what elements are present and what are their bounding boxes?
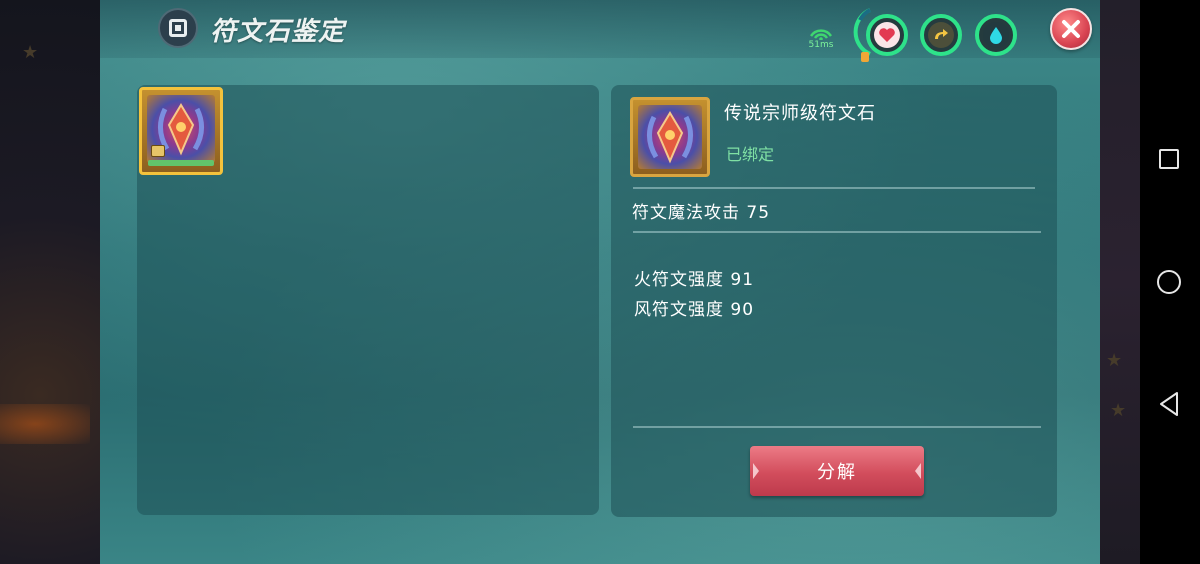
identify-icon xyxy=(158,8,198,48)
lock-icon xyxy=(151,145,165,157)
close-button[interactable] xyxy=(1050,8,1092,50)
heart-icon xyxy=(874,22,900,48)
recent-apps-button[interactable] xyxy=(1159,149,1179,169)
star-decoration: ★ xyxy=(22,42,39,63)
divider xyxy=(633,231,1041,233)
rune-detail-icon xyxy=(630,97,710,177)
network-ping: 51ms xyxy=(803,26,839,56)
sub-stat: 风符文强度 90 xyxy=(634,300,755,320)
page-title: 符文石鉴定 xyxy=(210,17,346,47)
health-status[interactable] xyxy=(866,14,908,56)
home-button[interactable] xyxy=(1157,270,1181,294)
sub-stat: 火符文强度 91 xyxy=(634,270,755,290)
rune-slot-selected[interactable] xyxy=(139,87,223,175)
main-stat: 符文魔法攻击 75 xyxy=(632,203,771,223)
water-drop-icon xyxy=(983,22,1009,48)
bind-status: 已绑定 xyxy=(726,145,775,164)
star-decoration: ★ xyxy=(1110,400,1127,421)
divider xyxy=(633,426,1041,428)
background-right: ★ ★ xyxy=(1100,0,1140,564)
rune-identify-panel: 符文石鉴定 51ms 传说宗师级符文石 已绑定 符文魔法攻击 75 火符文强度 … xyxy=(100,0,1100,564)
star-decoration: ★ xyxy=(1106,350,1123,371)
decompose-button[interactable]: 分解 xyxy=(750,446,924,496)
fire-glow xyxy=(0,404,90,444)
ping-value: 51ms xyxy=(808,40,834,50)
rune-name: 传说宗师级符文石 xyxy=(724,103,876,124)
stamina-status[interactable] xyxy=(920,14,962,56)
rune-stone-icon xyxy=(638,105,702,169)
divider xyxy=(633,187,1035,189)
water-status[interactable] xyxy=(975,14,1017,56)
arrow-icon xyxy=(928,22,954,48)
durability-bar xyxy=(148,160,214,166)
rune-detail-panel: 传说宗师级符文石 已绑定 符文魔法攻击 75 火符文强度 91 风符文强度 90… xyxy=(611,85,1057,517)
rune-inventory xyxy=(137,85,599,515)
close-icon xyxy=(1062,20,1080,38)
back-button[interactable] xyxy=(1157,390,1183,418)
background-left: ★ xyxy=(0,0,100,564)
decompose-label: 分解 xyxy=(817,462,857,483)
wifi-icon xyxy=(809,29,833,40)
